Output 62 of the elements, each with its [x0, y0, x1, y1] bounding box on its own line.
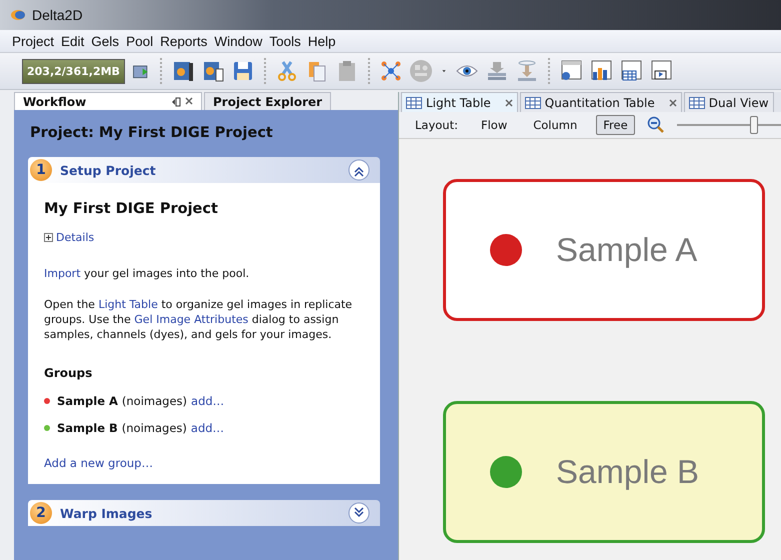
sample-card[interactable]: Sample B	[443, 401, 765, 543]
editor-tab[interactable]: Quantitation Table	[520, 92, 682, 112]
memory-indicator[interactable]: 203,2/361,2MB	[22, 58, 125, 84]
step-header[interactable]: 1 Setup Project	[28, 157, 380, 183]
link[interactable]: Gel Image Attributes	[134, 313, 248, 326]
layout-option[interactable]: Free	[596, 115, 635, 135]
table-icon	[524, 96, 541, 108]
minimize-icon[interactable]	[171, 96, 181, 106]
add-link[interactable]: add…	[191, 394, 224, 408]
editor-tab[interactable]: Dual View	[684, 92, 774, 112]
close-icon[interactable]	[185, 96, 193, 104]
group-note: (noimages)	[122, 421, 187, 435]
layout-option[interactable]: Flow	[474, 115, 514, 135]
instruction-text: Import your gel images into the pool.	[44, 266, 250, 281]
gel-window-icon[interactable]	[558, 59, 583, 83]
project-title: Project: My First DIGE Project	[30, 125, 274, 141]
step-number: 1	[30, 159, 52, 181]
menu-item[interactable]: Tools	[269, 34, 301, 48]
panel-tab[interactable]: Project Explorer	[204, 92, 332, 110]
sample-name: Sample B	[556, 453, 700, 491]
step-title: Warp Images	[60, 506, 154, 520]
network-icon[interactable]	[378, 59, 403, 83]
bar-chart-window-icon[interactable]	[588, 59, 613, 83]
slider-thumb[interactable]	[750, 116, 758, 134]
project-heading: My First DIGE Project	[44, 201, 219, 217]
expand-icon[interactable]	[348, 502, 370, 524]
groups-heading: Groups	[44, 366, 94, 380]
table-icon	[406, 96, 422, 108]
step-title: Setup Project	[60, 162, 157, 178]
instruction-text: Open the Light Table to organize gel images in replicate groups. Use the Gel Image Attributes dialog to assign samples, channels (dyes), and gels for your images.	[44, 297, 354, 342]
menu-item[interactable]: Reports	[160, 34, 208, 48]
editor-tab[interactable]: Light Table	[401, 92, 518, 112]
step-header[interactable]: 2 Warp Images	[28, 500, 380, 526]
window-title: Delta2D	[32, 7, 83, 23]
close-icon[interactable]	[668, 98, 677, 106]
link[interactable]: Light Table	[98, 298, 158, 311]
sample-card[interactable]: Sample A	[443, 179, 765, 321]
add-link[interactable]: add…	[190, 421, 224, 435]
menu-item[interactable]: Window	[214, 34, 262, 48]
layout-option[interactable]: Column	[526, 115, 584, 135]
step-number: 2	[30, 502, 52, 524]
zoom-out-icon[interactable]	[646, 116, 665, 134]
menu-item[interactable]: Project	[12, 34, 54, 48]
menu-item[interactable]: Gels	[91, 34, 120, 48]
group-name: Sample A	[57, 394, 118, 408]
add-group-link[interactable]: Add a new group…	[44, 456, 153, 470]
collapse-icon[interactable]	[348, 159, 370, 181]
group-note: (noimages)	[122, 394, 188, 408]
group-name: Sample B	[57, 421, 118, 435]
panel-tab[interactable]: Workflow	[14, 92, 202, 110]
details-link[interactable]: Details	[56, 231, 94, 244]
table-window-icon[interactable]	[618, 59, 643, 83]
plus-icon[interactable]	[44, 233, 53, 242]
sample-name: Sample A	[556, 231, 698, 269]
app-logo-icon	[10, 9, 26, 21]
close-icon[interactable]	[504, 98, 513, 106]
menu-item[interactable]: Edit	[61, 34, 84, 48]
layout-label: Layout:	[415, 118, 458, 132]
table-icon	[688, 96, 705, 108]
link[interactable]: Import	[44, 267, 81, 280]
menu-item[interactable]: Pool	[126, 34, 154, 48]
menu-item[interactable]: Help	[308, 34, 336, 48]
